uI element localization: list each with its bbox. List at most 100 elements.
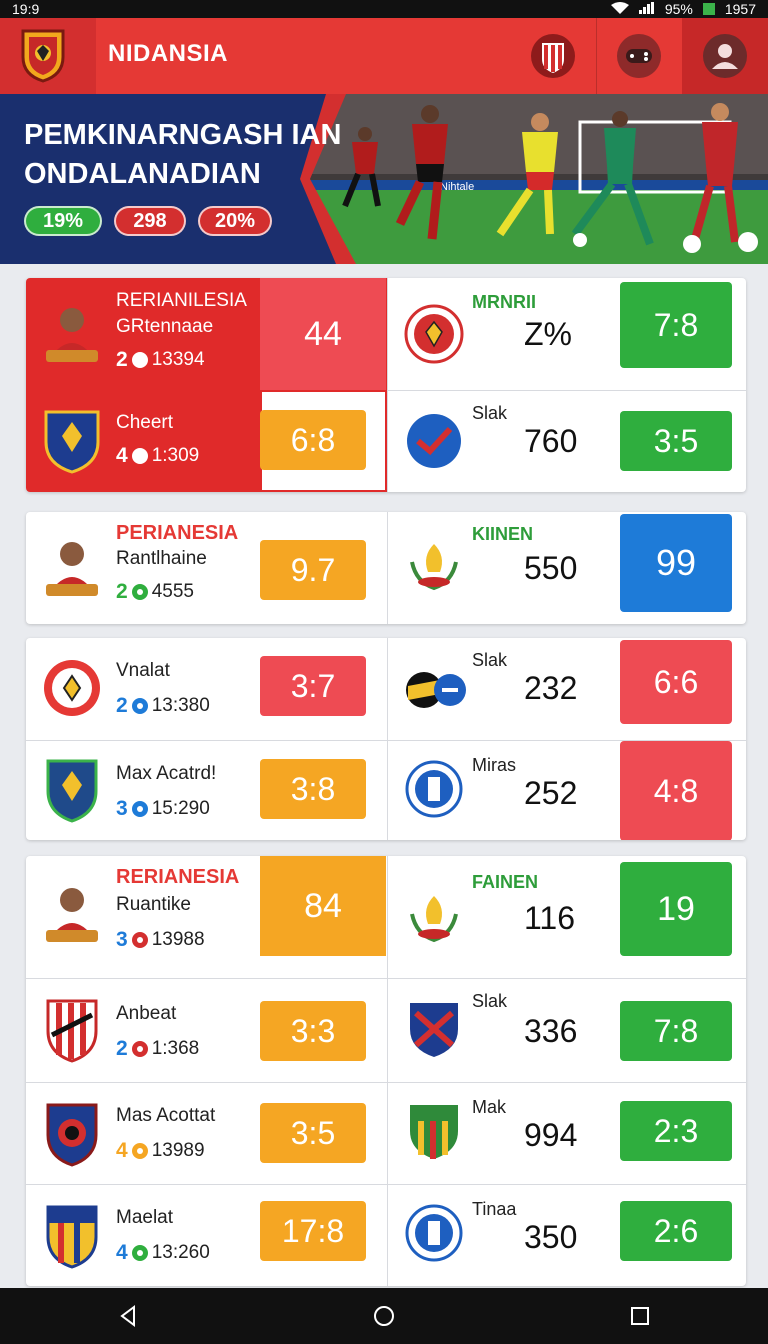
team-record: 4555 [151,581,194,602]
status-dot-icon [131,1143,148,1159]
score-box[interactable]: 7:8 [620,1001,732,1061]
player-avatar [42,296,102,366]
recents-icon[interactable] [628,1304,652,1328]
stat-value: 760 [524,423,578,459]
team-crest-icon [42,755,102,825]
stat-cell: Slak 232 6:6 [387,638,746,740]
match-card[interactable]: RERIANESIA Ruantike 3 13988 84 FAINEN 11… [26,856,746,1286]
banner-ad-text: Nihtale [440,181,474,193]
ball-icon [738,232,758,252]
stat-cell: Tinaa 350 2:6 [387,1185,746,1286]
score-box[interactable]: 6:6 [620,640,732,724]
back-icon[interactable] [116,1304,140,1328]
hero-stat-pill[interactable]: 19% [24,206,102,236]
stat-cell: FAINEN 116 19 [387,856,746,978]
stat-cell: KIINEN 550 99 [387,512,746,624]
score-box[interactable]: 6:8 [260,410,366,470]
stat-label: Mak [472,1097,507,1117]
team-rank: 2 [116,1037,128,1060]
home-icon[interactable] [372,1304,396,1328]
team-meta: 2 1:368 [116,1037,199,1061]
team-meta: 3 13988 [116,928,205,952]
system-nav-bar [0,1288,768,1344]
score-box[interactable]: 19 [620,862,732,956]
team-crest-icon [404,1203,464,1263]
stat-value: 232 [524,670,578,706]
stat-cell: Mak 994 2:3 [387,1083,746,1184]
score-box[interactable]: 3:3 [260,1001,366,1061]
team-name: Mas Acottat [116,1105,216,1126]
wifi-icon [610,1,629,17]
team-name: Maelat [116,1207,174,1228]
table-row[interactable]: Max Acatrd! 3 15:290 3:8 Miras 252 4:8 [26,740,746,840]
user-icon [703,34,747,78]
score-box[interactable]: 84 [260,856,386,956]
score-box[interactable]: 44 [260,278,386,390]
score-box[interactable]: 3:5 [260,1103,366,1163]
score-box[interactable]: 99 [620,514,732,612]
profile-button[interactable] [702,33,748,79]
status-dot-icon [131,352,148,368]
team-cell: RERIANILESIA GRtennaae 2 13394 44 [26,278,387,390]
team-meta: 3 15:290 [116,797,210,821]
club-crest-icon [531,34,575,78]
score-box[interactable]: 9.7 [260,540,366,600]
club-badge-button[interactable] [530,33,576,79]
team-cell: Maelat 4 13:260 17:8 [26,1185,387,1286]
hero-stat-pill[interactable]: 20% [198,206,272,236]
score-box[interactable]: 3:5 [620,411,732,471]
team-meta: 2 13394 [116,348,205,372]
team-cell: PERIANESIA Rantlhaine 2 4555 9.7 [26,512,387,624]
score-box[interactable]: 7:8 [620,282,732,368]
table-row[interactable]: RERIANESIA Ruantike 3 13988 84 FAINEN 11… [26,856,746,978]
team-meta: 2 4555 [116,580,194,604]
ball-icon [573,233,587,247]
hero-stat-pill[interactable]: 298 [114,206,186,236]
team-meta: 4 13989 [116,1139,205,1163]
team-cell: Mas Acottat 4 13989 3:5 [26,1083,387,1184]
score-box[interactable]: 2:6 [620,1201,732,1261]
table-row[interactable]: RERIANILESIA GRtennaae 2 13394 44 MRNRII… [26,278,746,390]
score-box[interactable]: 4:8 [620,741,732,840]
team-record: 13394 [151,349,205,370]
team-crest-icon [42,1201,102,1271]
team-crest-icon [404,411,464,471]
team-meta: 2 13:380 [116,694,210,718]
score-box[interactable]: 3:8 [260,759,366,819]
team-name: PERIANESIA [116,522,239,544]
table-row[interactable]: PERIANESIA Rantlhaine 2 4555 9.7 KIINEN … [26,512,746,624]
stat-label: KIINEN [472,524,534,544]
match-card[interactable]: RERIANILESIA GRtennaae 2 13394 44 MRNRII… [26,278,746,492]
team-record: 15:290 [151,798,210,819]
team-crest-icon [42,1099,102,1169]
hero-title: PEMKINARNGASH IAN ONDALANADIAN [24,116,341,194]
match-card[interactable]: Vnalat 2 13:380 3:7 Slak 232 6:6 Max Aca… [26,638,746,840]
team-name: Vnalat [116,660,170,681]
score-box[interactable]: 3:7 [260,656,366,716]
table-row[interactable]: Vnalat 2 13:380 3:7 Slak 232 6:6 [26,638,746,740]
score-box[interactable]: 17:8 [260,1201,366,1261]
team-record: 13989 [151,1140,205,1161]
stat-cell: Slak 336 7:8 [387,979,746,1082]
team-crest-icon [404,660,468,720]
player-avatar [42,530,102,600]
table-row[interactable]: Cheert 4 1:309 6:8 Slak 760 3:5 [26,390,746,492]
team-rank: 4 [116,444,128,467]
team-cell: Cheert 4 1:309 6:8 [26,390,387,492]
team-record: 1:368 [151,1038,200,1059]
stat-cell: MRNRII Z% 7:8 [387,278,746,390]
table-row[interactable]: Anbeat 2 1:368 3:3 Slak 336 7:8 [26,978,746,1082]
table-row[interactable]: Mas Acottat 4 13989 3:5 Mak 994 2:3 [26,1082,746,1184]
match-card[interactable]: PERIANESIA Rantlhaine 2 4555 9.7 KIINEN … [26,512,746,624]
stat-value: 550 [524,550,578,586]
ball-icon [683,235,701,253]
stat-label: Slak [472,991,508,1011]
status-clock: 1957 [724,1,756,17]
controller-button[interactable] [616,33,662,79]
logo-area[interactable] [0,18,96,94]
status-dot-icon [131,801,148,817]
score-box[interactable]: 2:3 [620,1101,732,1161]
table-row[interactable]: Maelat 4 13:260 17:8 Tinaa 350 2:6 [26,1184,746,1286]
team-cell: RERIANESIA Ruantike 3 13988 84 [26,856,387,978]
hero-banner[interactable]: Nihtale PEMKINARNGASH IAN ONDALANADIAN 1… [0,94,768,264]
